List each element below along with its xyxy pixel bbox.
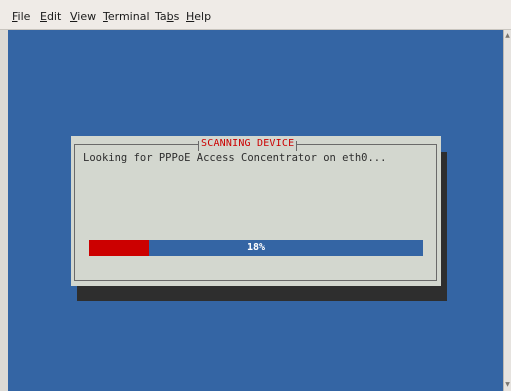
menu-help[interactable]: Help — [186, 10, 211, 23]
menu-file[interactable]: File — [12, 10, 30, 23]
menu-edit[interactable]: Edit — [40, 10, 61, 23]
menu-view-label: iew — [77, 10, 97, 23]
vertical-scrollbar[interactable]: ▲ ▼ — [503, 30, 511, 391]
progress-label: 18% — [246, 242, 266, 253]
menu-bar: File Edit View Terminal Tabs Help — [0, 0, 511, 30]
dialog-title-right-edge — [296, 141, 298, 151]
progress-bar: 18% — [89, 240, 423, 256]
menu-edit-label: dit — [46, 10, 62, 23]
dialog-frame — [74, 144, 437, 281]
menu-tabs[interactable]: Tabs — [155, 10, 179, 23]
scanning-dialog: SCANNING DEVICE Looking for PPPoE Access… — [71, 136, 441, 286]
menu-file-label: ile — [17, 10, 31, 23]
dialog-title-text: SCANNING DEVICE — [201, 138, 295, 149]
arrow-up-icon[interactable]: ▲ — [504, 32, 511, 40]
dialog-title: SCANNING DEVICE — [198, 137, 298, 151]
menu-terminal-label: erminal — [107, 10, 150, 23]
arrow-down-icon[interactable]: ▼ — [504, 381, 511, 389]
dialog-title-left-edge — [198, 141, 199, 151]
menu-tabs-label: s — [173, 10, 180, 23]
menu-help-label: elp — [194, 10, 212, 23]
menu-terminal[interactable]: Terminal — [103, 10, 150, 23]
menu-tabs-prefix: Ta — [155, 10, 167, 23]
menu-view[interactable]: View — [70, 10, 96, 23]
menu-tabs-mnemonic: b — [166, 10, 174, 23]
dialog-message: Looking for PPPoE Access Concentrator on… — [83, 152, 387, 164]
menu-edit-mnemonic: E — [40, 10, 47, 23]
